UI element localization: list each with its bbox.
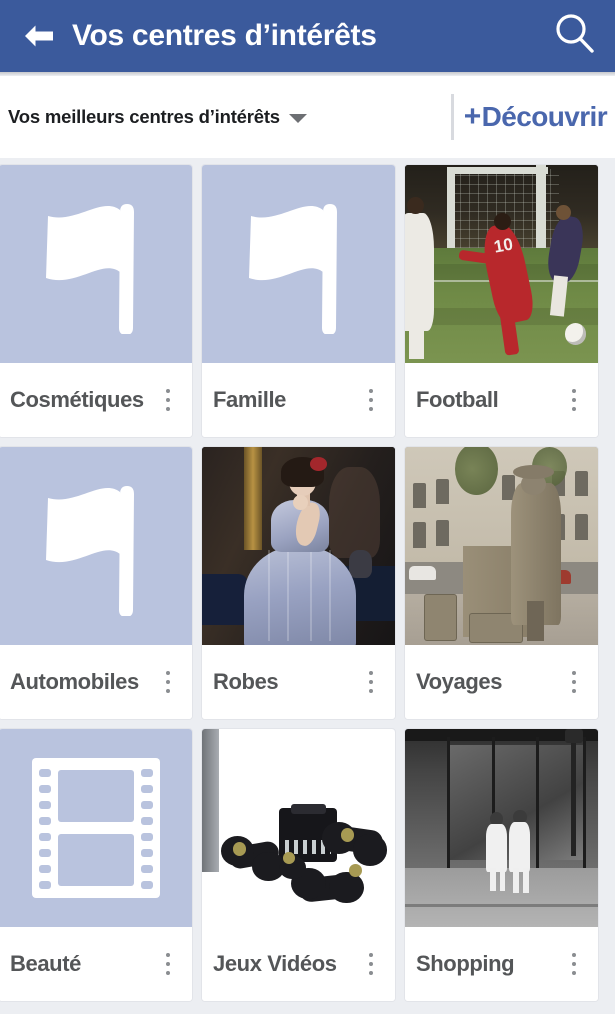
card-thumbnail xyxy=(0,165,192,363)
chevron-down-icon xyxy=(288,114,307,123)
card-footer: Football xyxy=(405,363,598,437)
film-strip-placeholder-icon xyxy=(0,729,192,927)
card-footer: Cosmétiques xyxy=(0,363,192,437)
card-footer: Famille xyxy=(202,363,395,437)
flag-placeholder-icon xyxy=(0,165,192,363)
card-footer: Automobiles xyxy=(0,645,192,719)
interest-card-automobiles[interactable]: Automobiles xyxy=(0,446,193,720)
filter-label: Vos meilleurs centres d’intérêts xyxy=(8,106,280,127)
game-console-photo xyxy=(202,729,395,927)
app-bar: Vos centres d’intérêts xyxy=(0,0,615,72)
card-footer: Shopping xyxy=(405,927,598,1001)
kebab-menu-icon[interactable] xyxy=(562,383,586,417)
storefront-photo xyxy=(405,729,598,927)
flag-placeholder-icon xyxy=(0,447,192,645)
interest-card-cosmetiques[interactable]: Cosmétiques xyxy=(0,164,193,438)
card-thumbnail xyxy=(405,447,598,645)
search-icon xyxy=(552,11,598,62)
card-footer: Voyages xyxy=(405,645,598,719)
arrow-left-icon xyxy=(22,23,56,49)
interest-card-shopping[interactable]: Shopping xyxy=(404,728,599,1002)
card-title: Shopping xyxy=(416,951,515,976)
portrait-painting-photo xyxy=(202,447,395,645)
discover-button[interactable]: + Découvrir xyxy=(463,100,608,133)
discover-label: Découvrir xyxy=(481,101,608,132)
card-title: Football xyxy=(416,387,499,412)
card-title: Beauté xyxy=(10,951,81,976)
card-title: Voyages xyxy=(416,669,503,694)
bronze-statue-photo xyxy=(405,447,598,645)
filter-bar: Vos meilleurs centres d’intérêts + Décou… xyxy=(0,76,615,158)
interest-card-famille[interactable]: Famille xyxy=(201,164,396,438)
kebab-menu-icon[interactable] xyxy=(562,665,586,699)
card-thumbnail xyxy=(202,729,395,927)
card-thumbnail xyxy=(0,729,192,927)
interest-card-beaute[interactable]: Beauté xyxy=(0,728,193,1002)
card-thumbnail: 10 xyxy=(405,165,598,363)
interests-grid: Cosmétiques Famille 10 Football Automobi… xyxy=(0,158,615,1002)
interest-card-voyages[interactable]: Voyages xyxy=(404,446,599,720)
football-photo: 10 xyxy=(405,165,598,363)
card-title: Robes xyxy=(213,669,279,694)
card-thumbnail xyxy=(202,165,395,363)
vertical-divider xyxy=(450,94,454,140)
card-title: Automobiles xyxy=(10,669,139,694)
kebab-menu-icon[interactable] xyxy=(359,665,383,699)
card-thumbnail xyxy=(405,729,598,927)
page-title: Vos centres d’intérêts xyxy=(72,19,377,52)
kebab-menu-icon[interactable] xyxy=(359,947,383,981)
card-title: Jeux Vidéos xyxy=(213,951,337,976)
search-button[interactable] xyxy=(549,10,601,62)
back-button[interactable] xyxy=(16,13,62,59)
kebab-menu-icon[interactable] xyxy=(156,665,180,699)
kebab-menu-icon[interactable] xyxy=(156,947,180,981)
card-footer: Jeux Vidéos xyxy=(202,927,395,1001)
card-title: Famille xyxy=(213,387,287,412)
discover-area: + Découvrir xyxy=(450,76,609,158)
kebab-menu-icon[interactable] xyxy=(562,947,586,981)
interest-card-robes[interactable]: Robes xyxy=(201,446,396,720)
flag-placeholder-icon xyxy=(202,165,395,363)
top-interests-filter[interactable]: Vos meilleurs centres d’intérêts xyxy=(4,100,311,134)
kebab-menu-icon[interactable] xyxy=(156,383,180,417)
card-thumbnail xyxy=(202,447,395,645)
card-footer: Robes xyxy=(202,645,395,719)
card-footer: Beauté xyxy=(0,927,192,1001)
card-title: Cosmétiques xyxy=(10,387,144,412)
plus-icon: + xyxy=(463,100,482,133)
kebab-menu-icon[interactable] xyxy=(359,383,383,417)
interest-card-football[interactable]: 10 Football xyxy=(404,164,599,438)
card-thumbnail xyxy=(0,447,192,645)
interest-card-jeux-videos[interactable]: Jeux Vidéos xyxy=(201,728,396,1002)
